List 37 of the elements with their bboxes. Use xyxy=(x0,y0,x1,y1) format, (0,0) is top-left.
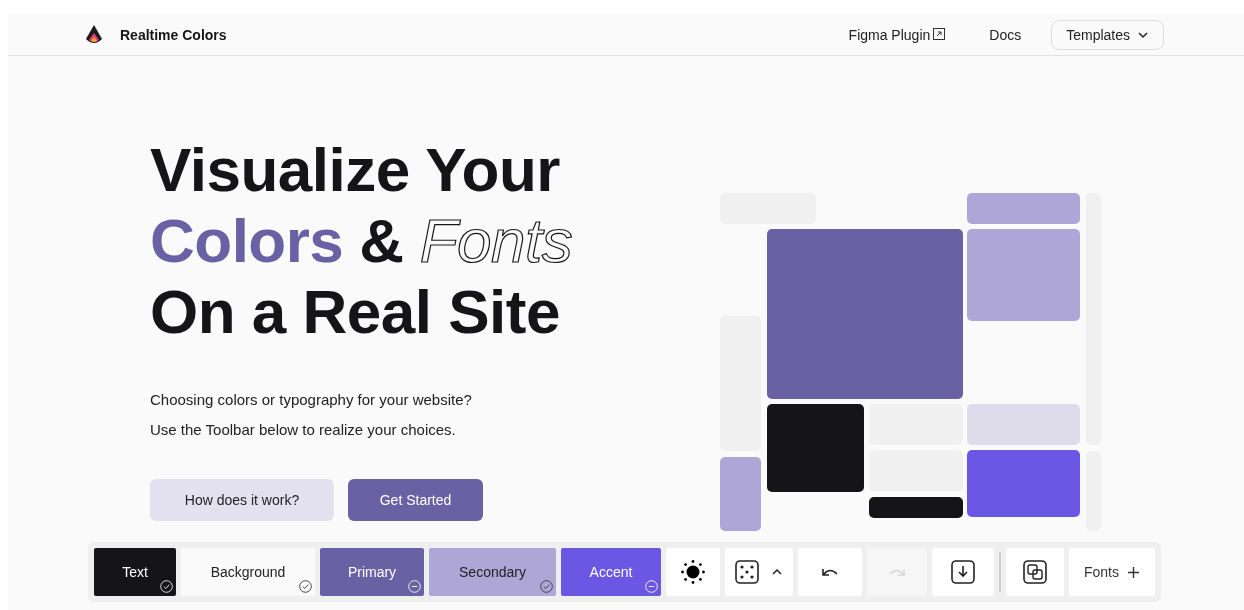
description: Use the Toolbar below to realize your choices. xyxy=(150,421,457,439)
headline-outline: Fonts xyxy=(419,205,573,276)
templates-button[interactable]: Templates xyxy=(1051,19,1164,50)
color-swatch-button[interactable]: Secondary xyxy=(429,548,556,596)
check-icon xyxy=(540,580,553,593)
how-it-works-button[interactable]: How does it work? xyxy=(150,479,334,521)
headline: & xyxy=(359,205,404,276)
dice-icon xyxy=(735,560,759,584)
export-button[interactable] xyxy=(932,548,994,596)
theme-button[interactable] xyxy=(666,548,720,596)
nav-link[interactable]: Docs xyxy=(989,26,1022,43)
fonts-button[interactable]: Fonts xyxy=(1069,548,1155,596)
sun-icon xyxy=(680,559,706,585)
copy-icon xyxy=(1023,560,1047,584)
share-button[interactable] xyxy=(1006,548,1064,596)
brand-name[interactable]: Realtime Colors xyxy=(120,26,227,43)
minus-icon xyxy=(408,580,421,593)
get-started-button[interactable]: Get Started xyxy=(348,479,483,521)
caret-up-icon xyxy=(771,568,783,576)
check-icon xyxy=(160,580,173,593)
color-swatch-button[interactable]: Text xyxy=(94,548,176,596)
download-icon xyxy=(951,560,975,584)
plus-icon xyxy=(1127,565,1140,579)
description: Choosing colors or typography for your website? xyxy=(150,391,473,409)
logo-icon xyxy=(85,24,103,45)
color-swatch-button[interactable]: Accent xyxy=(561,548,661,596)
headline-highlight: Colors xyxy=(150,205,344,276)
headline: Visualize Your xyxy=(150,134,561,205)
color-swatch-button[interactable]: Primary xyxy=(320,548,424,596)
external-link-icon xyxy=(933,27,946,40)
color-swatch-button[interactable]: Background xyxy=(181,548,315,596)
minus-icon xyxy=(645,580,658,593)
randomize-button[interactable] xyxy=(725,548,793,596)
headline: On a Real Site xyxy=(150,276,561,347)
nav-link[interactable]: Figma Plugin xyxy=(848,26,946,43)
check-icon xyxy=(299,580,312,593)
caret-icon xyxy=(1137,30,1149,39)
